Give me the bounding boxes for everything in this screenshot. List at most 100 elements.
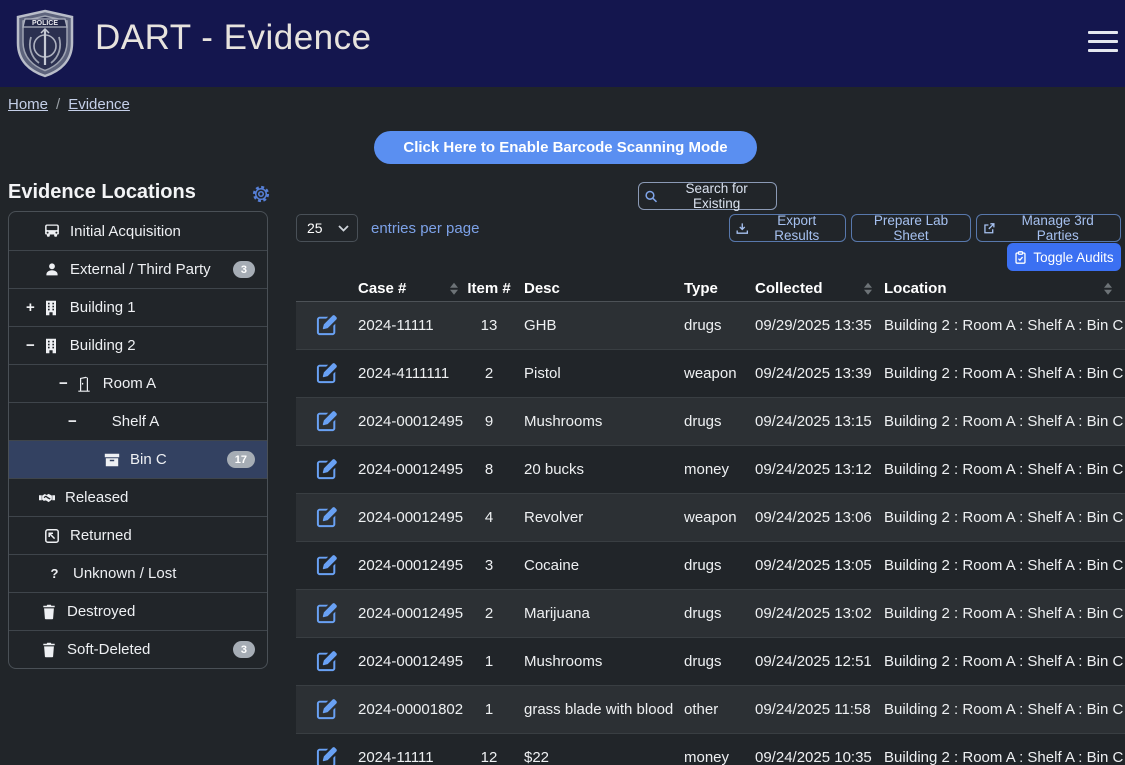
edit-item-button[interactable] [316, 507, 337, 528]
location-tree-item[interactable]: + Building 1 [9, 288, 267, 326]
tree-toggle[interactable]: − [68, 413, 77, 430]
cell-collected: 09/24/2025 13:02 [755, 605, 884, 622]
building-icon [43, 299, 60, 316]
location-tree-item[interactable]: Initial Acquisition [9, 212, 267, 250]
cell-type: drugs [684, 557, 755, 574]
cell-item: 4 [464, 509, 514, 526]
door-icon [76, 375, 93, 392]
location-tree-item[interactable]: Bin C 17 [9, 440, 267, 478]
vehicle-icon [43, 223, 60, 240]
handshake-icon [38, 489, 55, 506]
svg-text:POLICE: POLICE [32, 20, 58, 27]
tree-toggle[interactable]: − [26, 337, 35, 354]
search-icon [645, 190, 657, 203]
column-header-location[interactable]: Location [884, 280, 1125, 297]
breadcrumb-separator: / [56, 96, 60, 113]
column-header-desc: Desc [514, 280, 684, 297]
chevron-down-icon [338, 225, 349, 232]
cell-item: 9 [464, 413, 514, 430]
toggle-audits-button[interactable]: Toggle Audits [1007, 243, 1121, 271]
trash-icon [40, 603, 57, 620]
tree-toggle[interactable]: − [59, 375, 68, 392]
table-row: 2024-00012495 3 Cocaine drugs 09/24/2025… [296, 542, 1125, 590]
manage-3rd-parties-button[interactable]: Manage 3rd Parties [976, 214, 1121, 242]
count-badge: 17 [227, 451, 255, 468]
gear-icon[interactable] [252, 185, 270, 203]
cell-type: other [684, 701, 755, 718]
cell-case: 2024-00012495 [358, 413, 464, 430]
edit-item-button[interactable] [316, 603, 337, 624]
sort-icon[interactable] [450, 282, 458, 295]
cell-case: 2024-00012495 [358, 509, 464, 526]
location-tree-item[interactable]: Returned [9, 516, 267, 554]
cell-case: 2024-4111111 [358, 365, 464, 382]
sort-icon[interactable] [1104, 282, 1112, 295]
cell-item: 8 [464, 461, 514, 478]
hamburger-icon[interactable] [1088, 29, 1118, 54]
cell-type: weapon [684, 365, 755, 382]
pencil-square-icon [316, 747, 337, 765]
edit-item-button[interactable] [316, 747, 337, 765]
cell-case: 2024-00012495 [358, 461, 464, 478]
cell-item: 12 [464, 749, 514, 765]
location-tree-item[interactable]: Destroyed [9, 592, 267, 630]
cell-type: drugs [684, 413, 755, 430]
cell-location: Building 2 : Room A : Shelf A : Bin C [884, 461, 1125, 478]
breadcrumb-evidence-link[interactable]: Evidence [68, 96, 130, 113]
pencil-square-icon [316, 315, 337, 336]
column-header-case[interactable]: Case # [358, 280, 464, 297]
edit-item-button[interactable] [316, 555, 337, 576]
prepare-lab-sheet-button[interactable]: Prepare Lab Sheet [851, 214, 971, 242]
cell-desc: grass blade with blood [514, 701, 684, 718]
location-tree-item[interactable]: − Room A [9, 364, 267, 402]
location-tree-item[interactable]: ? Unknown / Lost [9, 554, 267, 592]
download-icon [736, 222, 749, 235]
cell-case: 2024-00012495 [358, 557, 464, 574]
table-row: 2024-11111 12 $22 money 09/24/2025 10:35… [296, 734, 1125, 765]
cell-collected: 09/24/2025 10:35 [755, 749, 884, 765]
location-tree-item[interactable]: Released [9, 478, 267, 516]
count-badge: 3 [233, 261, 255, 278]
edit-item-button[interactable] [316, 459, 337, 480]
cell-collected: 09/24/2025 12:51 [755, 653, 884, 670]
location-tree-item[interactable]: Soft-Deleted 3 [9, 630, 267, 668]
table-row: 2024-00012495 1 Mushrooms drugs 09/24/20… [296, 638, 1125, 686]
edit-item-button[interactable] [316, 315, 337, 336]
edit-item-button[interactable] [316, 411, 337, 432]
entries-per-page-select[interactable]: 25 [296, 214, 358, 242]
location-tree-item[interactable]: − Shelf A [9, 402, 267, 440]
tree-toggle[interactable]: + [26, 299, 35, 316]
cell-collected: 09/24/2025 11:58 [755, 701, 884, 718]
evidence-locations-tree: Initial Acquisition External / Third Par… [8, 211, 268, 669]
pencil-square-icon [316, 555, 337, 576]
cell-case: 2024-00012495 [358, 653, 464, 670]
export-results-button[interactable]: Export Results [729, 214, 846, 242]
bin-icon [103, 451, 120, 468]
evidence-page: POLICE DART - Evidence Home / Evidence E… [0, 0, 1125, 765]
barcode-scanning-button[interactable]: Click Here to Enable Barcode Scanning Mo… [374, 131, 757, 164]
question-icon: ? [46, 565, 63, 582]
table-header-row: Case # Item # Desc Type Collected Locati… [296, 276, 1125, 302]
person-icon [43, 261, 60, 278]
edit-item-button[interactable] [316, 699, 337, 720]
search-existing-button[interactable]: Search for Existing [638, 182, 777, 210]
edit-item-button[interactable] [316, 363, 337, 384]
sort-icon[interactable] [864, 282, 872, 295]
cell-item: 1 [464, 653, 514, 670]
cell-location: Building 2 : Room A : Shelf A : Bin C [884, 557, 1125, 574]
column-header-collected[interactable]: Collected [755, 280, 884, 297]
location-tree-item[interactable]: External / Third Party 3 [9, 250, 267, 288]
cell-collected: 09/24/2025 13:06 [755, 509, 884, 526]
police-badge-logo[interactable]: POLICE [13, 9, 77, 78]
count-badge: 3 [233, 641, 255, 658]
cell-location: Building 2 : Room A : Shelf A : Bin C [884, 317, 1125, 334]
cell-collected: 09/24/2025 13:15 [755, 413, 884, 430]
pencil-square-icon [316, 699, 337, 720]
table-row: 2024-00012495 9 Mushrooms drugs 09/24/20… [296, 398, 1125, 446]
breadcrumb-home-link[interactable]: Home [8, 96, 48, 113]
edit-item-button[interactable] [316, 651, 337, 672]
external-link-icon [983, 222, 995, 235]
app-header: POLICE DART - Evidence [0, 0, 1125, 87]
entries-per-page-label: entries per page [371, 220, 479, 237]
location-tree-item[interactable]: − Building 2 [9, 326, 267, 364]
